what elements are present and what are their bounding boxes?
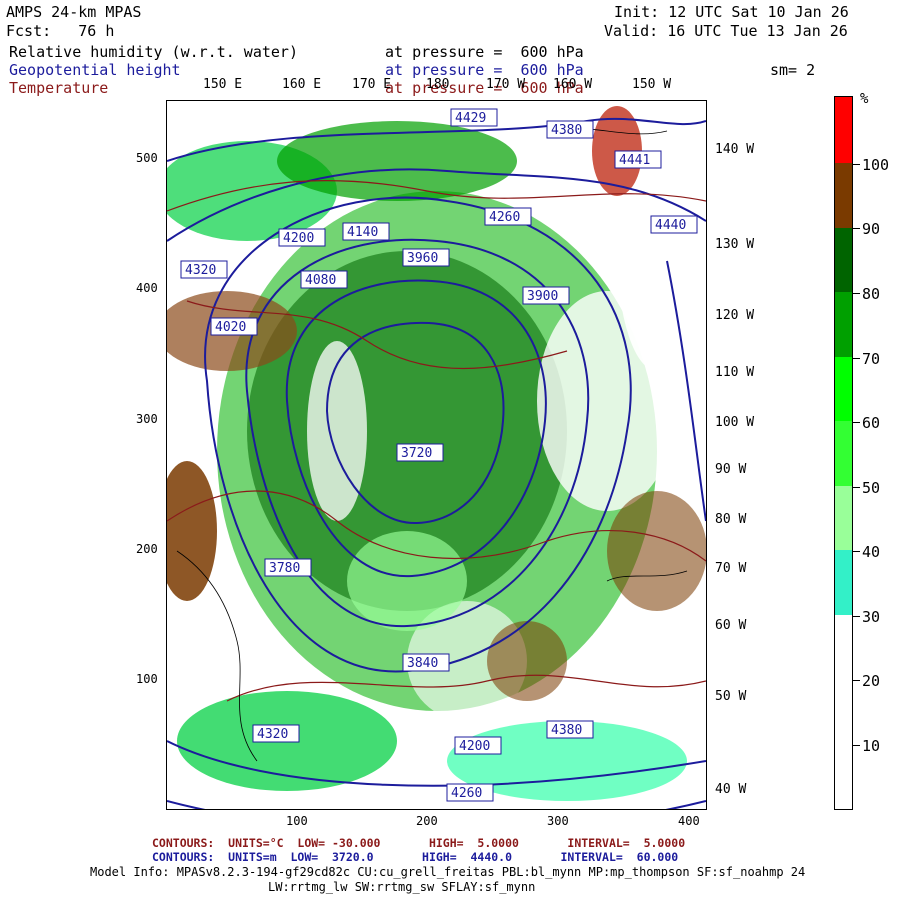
colorbar-tick <box>852 680 860 681</box>
lon-label: 50 W <box>715 689 747 704</box>
height-label: 3900 <box>527 289 558 304</box>
colorbar-unit: % <box>860 91 869 107</box>
height-label: 4440 <box>655 218 686 233</box>
map-panel: 4429 4380 4320 4441 4440 4200 4140 4260 … <box>166 100 707 810</box>
y-tick: 500 <box>136 151 158 165</box>
lon-label: 60 W <box>715 618 747 633</box>
height-label: 4260 <box>451 786 482 801</box>
lon-label: 110 W <box>715 365 755 380</box>
colorbar-label: 90 <box>862 220 881 238</box>
model-info: Model Info: MPASv8.2.3-194-gf29cd82c CU:… <box>90 865 806 879</box>
x-tick: 400 <box>678 814 700 828</box>
colorbar-segment <box>835 744 852 809</box>
colorbar-label: 30 <box>862 608 881 626</box>
lon-label: 150 E <box>203 77 243 92</box>
colorbar-segment <box>835 615 852 679</box>
forecast-hour: Fcst: 76 h <box>6 22 115 40</box>
field-height-level: at pressure = 600 hPa <box>385 61 584 79</box>
init-time: Init: 12 UTC Sat 10 Jan 26 <box>614 3 849 21</box>
colorbar <box>834 96 853 810</box>
field-temp-name: Temperature <box>9 79 109 97</box>
lon-label: 180 <box>426 77 450 92</box>
height-label: 4441 <box>619 153 650 168</box>
colorbar-tick <box>852 422 860 423</box>
colorbar-tick <box>852 228 860 229</box>
model-info-physics: LW:rrtmg_lw SW:rrtmg_sw SFLAY:sf_mynn <box>268 880 536 894</box>
lon-label: 160 W <box>553 77 593 92</box>
colorbar-tick <box>852 616 860 617</box>
colorbar-segment <box>835 163 852 228</box>
height-label: 4429 <box>455 111 486 126</box>
colorbar-tick <box>852 745 860 746</box>
colorbar-tick <box>852 551 860 552</box>
colorbar-segment <box>835 292 852 357</box>
lon-label: 170 E <box>352 77 392 92</box>
field-height-name: Geopotential height <box>9 61 181 79</box>
lon-label: 40 W <box>715 782 747 797</box>
colorbar-label: 60 <box>862 414 881 432</box>
colorbar-label: 40 <box>862 543 881 561</box>
y-tick: 200 <box>136 542 158 556</box>
height-label: 4020 <box>215 320 246 335</box>
height-label: 4380 <box>551 723 582 738</box>
height-label: 4080 <box>305 273 336 288</box>
height-label: 3840 <box>407 656 438 671</box>
lon-label: 140 W <box>715 142 755 157</box>
model-title: AMPS 24-km MPAS <box>6 3 142 21</box>
colorbar-tick <box>852 293 860 294</box>
height-label: 4200 <box>283 231 314 246</box>
colorbar-tick <box>852 487 860 488</box>
colorbar-tick <box>852 358 860 359</box>
lon-label: 120 W <box>715 308 755 323</box>
colorbar-segment <box>835 486 852 550</box>
lon-label: 130 W <box>715 237 755 252</box>
colorbar-segment <box>835 421 852 486</box>
colorbar-label: 100 <box>862 156 890 174</box>
lon-label: 100 W <box>715 415 755 430</box>
colorbar-label: 20 <box>862 672 881 690</box>
height-label: 3720 <box>401 446 432 461</box>
lon-label: 80 W <box>715 512 747 527</box>
x-tick: 100 <box>286 814 308 828</box>
height-label: 3780 <box>269 561 300 576</box>
colorbar-label: 80 <box>862 285 881 303</box>
colorbar-segment <box>835 357 852 421</box>
lon-label: 150 W <box>632 77 672 92</box>
height-label: 4200 <box>459 739 490 754</box>
temperature-contour-info: CONTOURS: UNITS=°C LOW= -30.000 HIGH= 5.… <box>152 836 686 850</box>
colorbar-tick <box>852 164 860 165</box>
y-tick: 400 <box>136 281 158 295</box>
lon-label: 160 E <box>282 77 322 92</box>
colorbar-label: 70 <box>862 350 881 368</box>
colorbar-label: 10 <box>862 737 881 755</box>
rh-height-temperature-map: 4429 4380 4320 4441 4440 4200 4140 4260 … <box>167 106 706 809</box>
height-label: 4140 <box>347 225 378 240</box>
height-label: 4380 <box>551 123 582 138</box>
lon-label: 90 W <box>715 462 747 477</box>
height-label: 4320 <box>257 727 288 742</box>
height-label: 4260 <box>489 210 520 225</box>
field-rh-name: Relative humidity (w.r.t. water) <box>9 43 298 61</box>
height-contour-info: CONTOURS: UNITS=m LOW= 3720.0 HIGH= 4440… <box>152 850 679 864</box>
height-label: 3960 <box>407 251 438 266</box>
field-rh-level: at pressure = 600 hPa <box>385 43 584 61</box>
lon-label: 70 W <box>715 561 747 576</box>
height-label: 4320 <box>185 263 216 278</box>
colorbar-segment <box>835 550 852 615</box>
height-label-box: 4429 <box>450 108 498 127</box>
x-tick: 200 <box>416 814 438 828</box>
colorbar-segment <box>835 679 852 744</box>
colorbar-segment <box>835 228 852 292</box>
y-tick: 300 <box>136 412 158 426</box>
x-tick: 300 <box>547 814 569 828</box>
valid-time: Valid: 16 UTC Tue 13 Jan 26 <box>604 22 848 40</box>
colorbar-segment <box>835 97 852 163</box>
smoothing-label: sm= 2 <box>770 61 816 79</box>
y-tick: 100 <box>136 672 158 686</box>
lon-label: 170 W <box>486 77 526 92</box>
colorbar-label: 50 <box>862 479 881 497</box>
